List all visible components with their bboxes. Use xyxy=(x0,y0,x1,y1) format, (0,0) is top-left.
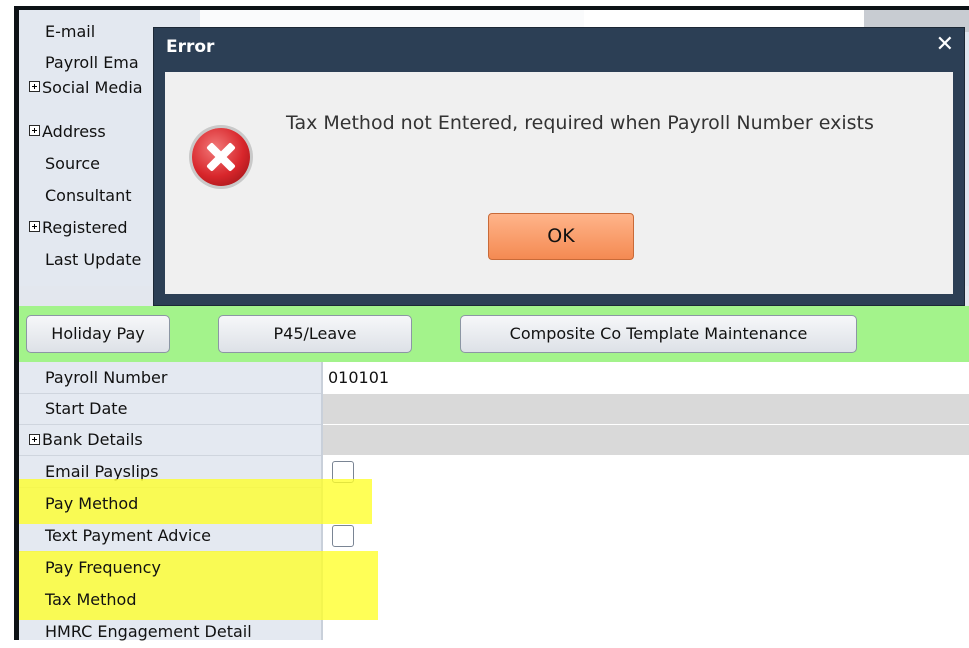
row-label: Start Date xyxy=(45,399,128,418)
row-label: Tax Method xyxy=(45,590,137,609)
row-label: Source xyxy=(45,154,100,173)
row-label: Address xyxy=(42,122,106,141)
row-payroll-number[interactable]: Payroll Number 010101 xyxy=(19,362,969,394)
close-icon[interactable]: ✕ xyxy=(936,32,954,58)
bank-details-field[interactable] xyxy=(323,425,969,455)
error-dialog: Error ✕ Tax Method not Entered, required… xyxy=(153,27,965,306)
row-label: Payroll Number xyxy=(45,368,168,387)
row-text-payment-advice[interactable]: Text Payment Advice xyxy=(19,520,969,552)
ok-button[interactable]: OK xyxy=(488,213,634,260)
row-label: Pay Frequency xyxy=(45,558,161,577)
row-label: E-mail xyxy=(45,22,96,41)
text-payment-advice-checkbox[interactable] xyxy=(332,525,354,547)
row-label: Registered xyxy=(42,218,128,237)
payroll-number-field[interactable]: 010101 xyxy=(323,363,969,393)
action-toolbar: Holiday Pay P45/Leave Composite Co Templ… xyxy=(19,306,969,362)
error-message: Tax Method not Entered, required when Pa… xyxy=(286,112,874,134)
row-label: Text Payment Advice xyxy=(45,526,211,545)
dialog-body: Tax Method not Entered, required when Pa… xyxy=(165,72,953,294)
row-pay-method[interactable]: Pay Method xyxy=(19,488,969,520)
row-label: Consultant xyxy=(45,186,132,205)
holiday-pay-button[interactable]: Holiday Pay xyxy=(26,315,170,353)
row-hmrc-engagement[interactable]: HMRC Engagement Detail xyxy=(19,616,969,648)
start-date-field[interactable] xyxy=(323,394,969,424)
row-pay-frequency[interactable]: Pay Frequency xyxy=(19,552,969,584)
payroll-property-grid: Payroll Number 010101 Start Date Bank De… xyxy=(19,362,969,641)
error-icon xyxy=(192,128,250,186)
row-label: Social Media xyxy=(42,78,143,97)
row-label: HMRC Engagement Detail xyxy=(45,622,252,641)
p45-leave-button[interactable]: P45/Leave xyxy=(218,315,412,353)
dialog-title: Error xyxy=(166,37,215,57)
expand-plus-icon[interactable] xyxy=(29,434,40,445)
row-start-date[interactable]: Start Date xyxy=(19,393,969,425)
expand-plus-icon[interactable] xyxy=(29,125,40,136)
row-label: Bank Details xyxy=(42,430,143,449)
expand-plus-icon[interactable] xyxy=(29,221,40,232)
row-bank-details[interactable]: Bank Details xyxy=(19,424,969,456)
expand-plus-icon[interactable] xyxy=(29,81,40,92)
row-label: Pay Method xyxy=(45,494,139,513)
row-label: Last Update xyxy=(45,250,142,269)
composite-template-button[interactable]: Composite Co Template Maintenance xyxy=(460,315,857,353)
row-tax-method[interactable]: Tax Method xyxy=(19,584,969,616)
